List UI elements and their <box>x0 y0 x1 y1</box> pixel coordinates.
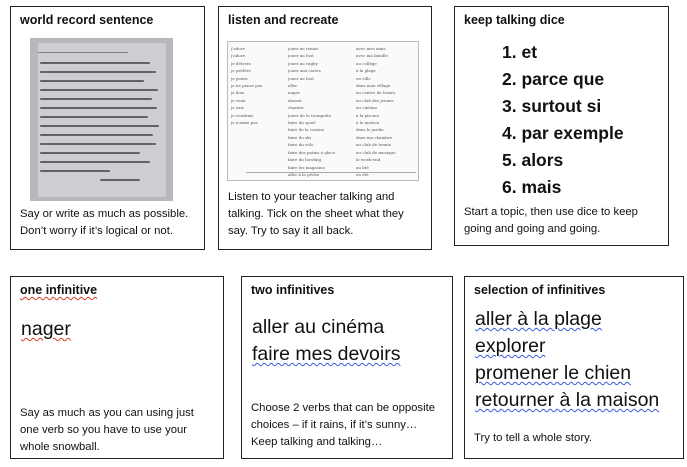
card-description: Start a topic, then use dice to keep goi… <box>464 206 638 235</box>
sheet-cell: faire du vélo <box>288 142 314 148</box>
infinitive-word: promener le chien <box>475 362 632 384</box>
dice-connectives-list: 1. et 2. parce que 3. surtout si 4. par … <box>502 39 624 201</box>
infinitive-word: explorer <box>475 335 546 357</box>
dice-item: 3. surtout si <box>502 96 602 116</box>
sheet-cell: au club des jeunes <box>356 97 394 103</box>
card-listen-recreate: listen and recreate j'adore j'adore je dét… <box>218 6 432 250</box>
sheet-cell: dans mon village <box>356 83 391 89</box>
infinitive-word: nager <box>21 318 71 340</box>
card-title: world record sentence <box>20 13 154 27</box>
sheet-cell: j'adore <box>231 53 245 59</box>
card-world-record: world record sentence Say or write as mu… <box>10 6 205 250</box>
sheet-cell: je voudrais <box>231 112 254 118</box>
infinitive-word: faire mes devoirs <box>252 343 401 365</box>
sheet-cell: aller <box>288 83 298 89</box>
sheet-cell: je ne pense pas <box>231 83 263 89</box>
sheet-cell: faire du sport <box>288 120 316 126</box>
sheet-cell: avec ma famille <box>356 53 388 59</box>
sheet-cell: pour rire <box>356 178 396 180</box>
card-title: one infinitive <box>20 283 98 297</box>
card-keep-talking: keep talking dice 1. et 2. parce que 3. … <box>454 6 669 246</box>
infinitive-list: aller à la plage explorer promener le ch… <box>475 306 659 414</box>
sheet-cell: à la piscine <box>356 112 379 118</box>
card-description: Say or write as much as possible. Don’t … <box>20 208 189 237</box>
sheet-cell: je dois <box>231 90 245 96</box>
sheet-cell: je pense <box>231 75 248 81</box>
dice-item: 1. et <box>502 42 538 62</box>
sheet-cell: faire des patins à glace <box>288 149 336 155</box>
infinitive-word: retourner à la maison <box>475 389 660 411</box>
sheet-cell: jouer aux cartes <box>288 68 321 74</box>
vocabulary-grid-sheet: j'adore j'adore je déteste je préfère je pen… <box>227 41 419 181</box>
infinitive-word: aller au cinéma <box>252 316 385 338</box>
dice-item: 6. mais <box>502 177 562 197</box>
sheet-cell: jouer au rugby <box>288 60 318 66</box>
sheet-cell: au centre de loisirs <box>356 90 396 96</box>
sheet-cell: nager <box>288 90 300 96</box>
sheet-cell: dans ma chambre <box>356 134 393 140</box>
sheet-cell: faire les magasins <box>288 164 325 170</box>
infinitive-list: aller au cinéma faire mes devoirs <box>252 314 400 368</box>
sheet-cell: au lité <box>356 164 369 170</box>
sheet-cell: faire des devoirs <box>288 178 335 180</box>
infinitive-list: nager <box>21 316 71 343</box>
card-description: Say as much as you can using just one ve… <box>20 407 194 453</box>
card-title: two infinitives <box>251 283 335 297</box>
sheet-cell: chanter <box>288 105 304 111</box>
sheet-cell: jouer au foot <box>288 53 314 59</box>
sheet-cell: j'adore <box>231 46 245 51</box>
sheet-cell: jouer au tennis <box>288 46 319 51</box>
sheet-cell: je vais <box>231 105 244 111</box>
sheet-cell: danser <box>288 97 302 103</box>
card-selection-infinitives: selection of infinitives aller à la plag… <box>464 276 684 459</box>
sheet-cell: jouer de la trompette <box>288 112 332 118</box>
card-description: Try to tell a whole story. <box>474 432 593 444</box>
sheet-cell: faire du ski <box>288 134 311 140</box>
card-description: Listen to your teacher talking and talki… <box>228 191 404 237</box>
sheet-cell: je n'aime pas <box>231 120 258 126</box>
sheet-cell: au club de musique <box>356 149 396 155</box>
card-two-infinitives: two infinitives aller au cinéma faire me… <box>241 276 453 459</box>
sheet-cell: au club de tennis <box>356 142 391 148</box>
dice-item: 5. alors <box>502 150 564 170</box>
sheet-cell: en ville <box>356 75 371 81</box>
dice-item: 2. parce que <box>502 69 605 89</box>
sheet-cell: jouer au foot <box>288 75 314 81</box>
card-description: Choose 2 verbs that can be opposite choi… <box>251 402 436 448</box>
handwritten-sheet-photo <box>30 38 173 201</box>
sheet-cell: faire de la cuisine <box>288 127 325 133</box>
dice-item: 4. par exemple <box>502 123 624 143</box>
sheet-cell: je veux <box>231 97 246 103</box>
sheet-cell: dans le jardin <box>356 127 384 133</box>
sheet-cell: avec mes amis <box>356 46 386 51</box>
card-title: listen and recreate <box>228 13 339 27</box>
sheet-cell: à la plage <box>356 68 376 74</box>
infinitive-word: aller à la plage <box>475 308 602 330</box>
sheet-cell: je préfère <box>231 68 251 74</box>
sheet-cell: je déteste <box>231 60 251 66</box>
card-one-infinitive: one infinitive nager Say as much as you … <box>10 276 224 459</box>
sheet-cell: à la maison <box>356 120 380 126</box>
card-title: selection of infinitives <box>474 283 606 297</box>
sheet-cell: le week-end <box>356 157 381 163</box>
sheet-cell: faire du bowling <box>288 157 322 163</box>
sheet-cell: au cinéma <box>356 105 377 111</box>
sheet-cell: au collège <box>356 60 377 66</box>
card-title: keep talking dice <box>464 13 565 27</box>
